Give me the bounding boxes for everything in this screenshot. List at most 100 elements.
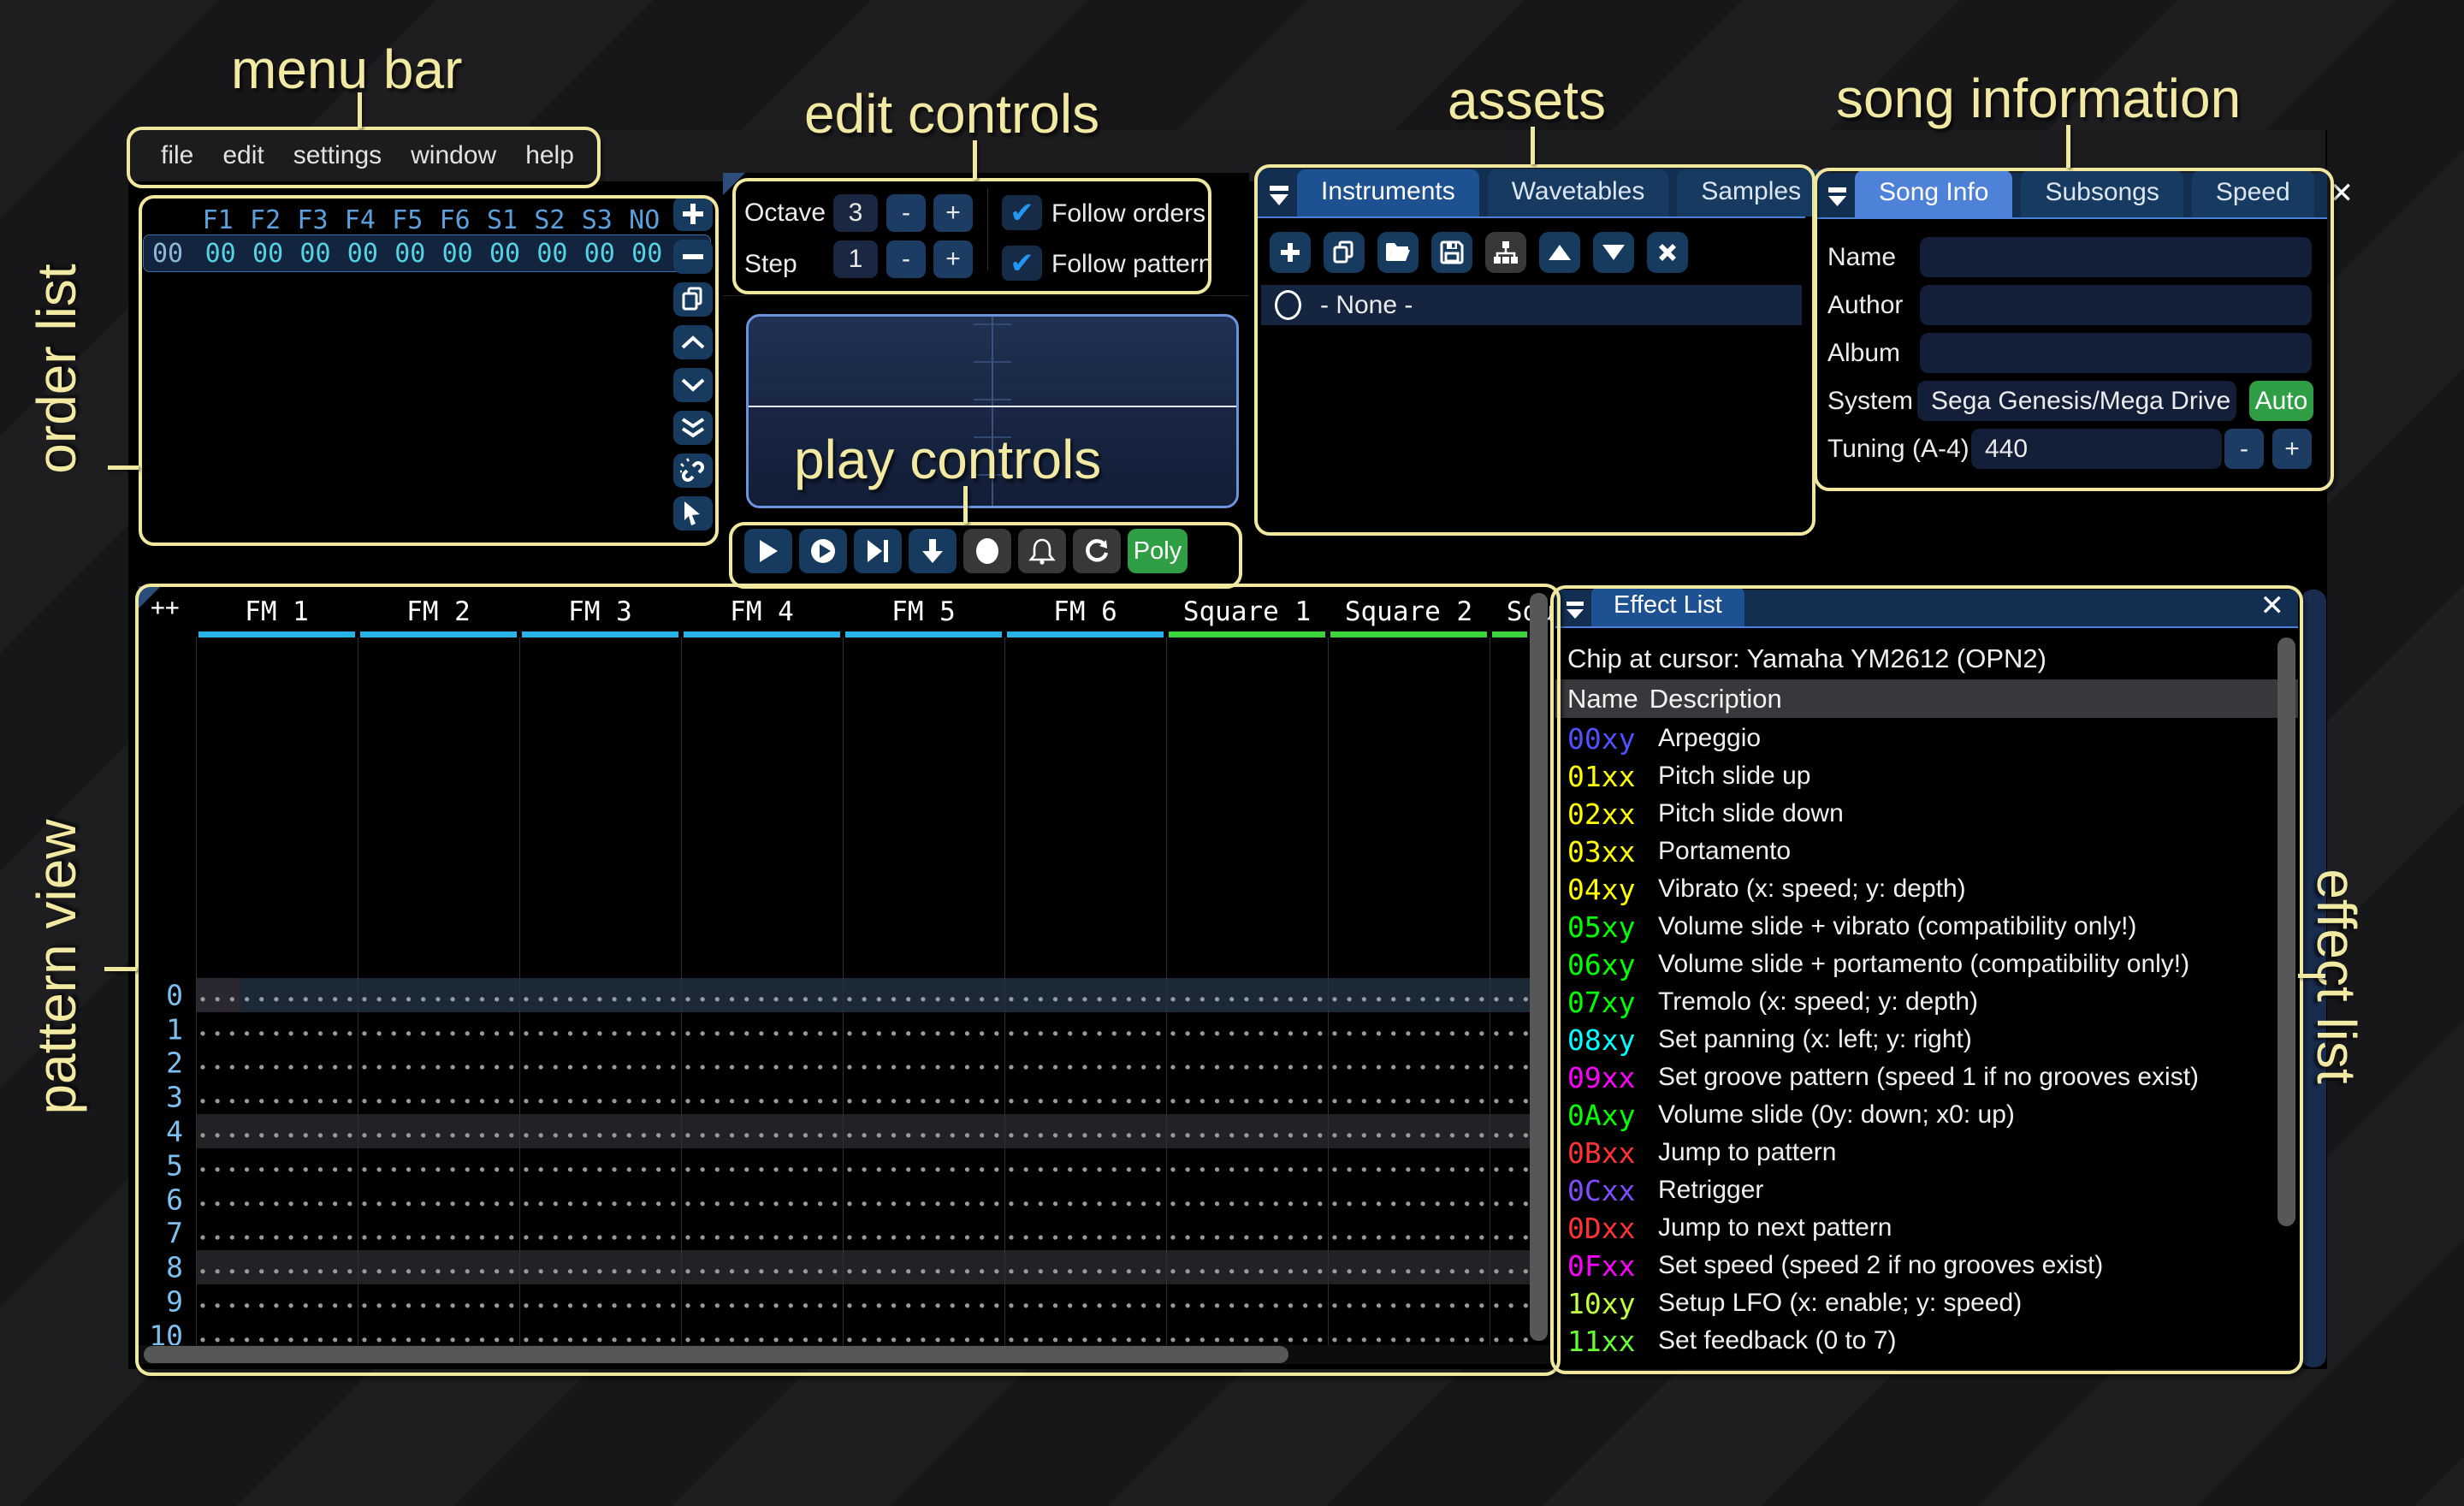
tuning-minus-button[interactable]: - — [2224, 429, 2264, 469]
effect-row[interactable]: 0Cxx Retrigger — [1555, 1171, 2298, 1209]
menu-item-window[interactable]: window — [411, 141, 496, 170]
pattern-cell[interactable] — [1490, 1182, 1530, 1217]
tab-wavetables[interactable]: Wavetables — [1487, 169, 1669, 216]
collapse-icon[interactable] — [1564, 599, 1586, 621]
pattern-cell[interactable] — [519, 1011, 681, 1046]
tab-instruments[interactable]: Instruments — [1297, 169, 1479, 216]
order-duplicate-button[interactable] — [673, 282, 713, 317]
pattern-cell[interactable] — [519, 1148, 681, 1183]
effect-list-scrollbar[interactable] — [2277, 637, 2295, 1226]
pattern-row[interactable]: 5 — [139, 1148, 1551, 1183]
pattern-row[interactable]: 0 — [139, 978, 1551, 1012]
effect-row[interactable]: 04xy Vibrato (x: speed; y: depth) — [1555, 870, 2298, 908]
pattern-cell[interactable] — [196, 978, 358, 1012]
pattern-cell[interactable] — [843, 1011, 1004, 1046]
pattern-cell[interactable] — [519, 1182, 681, 1217]
pattern-cell[interactable] — [358, 1182, 519, 1217]
order-cell[interactable]: 00 — [624, 239, 671, 269]
pattern-cell[interactable] — [1490, 1250, 1530, 1285]
pattern-cell[interactable] — [1166, 1114, 1328, 1148]
pattern-cell[interactable] — [196, 1114, 358, 1148]
pattern-cell[interactable] — [519, 1250, 681, 1285]
delete-asset-button[interactable] — [1647, 232, 1688, 273]
collapse-icon[interactable] — [1266, 182, 1292, 208]
order-move-up-button[interactable] — [673, 325, 713, 359]
pattern-view-panel[interactable]: ++ FM 1 FM 2 FM 3 FM 4 FM 5 FM 6 Square 1 Squar… — [139, 586, 1551, 1369]
pattern-row[interactable]: 7 — [139, 1216, 1551, 1251]
menu-item-help[interactable]: help — [525, 141, 574, 170]
octave-minus-button[interactable]: - — [886, 194, 926, 232]
channel-header-square-2[interactable]: Square 2 — [1328, 596, 1490, 627]
pattern-cell[interactable] — [843, 1216, 1004, 1251]
order-cell[interactable]: 00 — [434, 239, 481, 269]
pattern-cell[interactable] — [1490, 1046, 1530, 1081]
pattern-cell[interactable] — [1490, 1148, 1530, 1183]
pattern-cell[interactable] — [1490, 1216, 1530, 1251]
song-album-input[interactable] — [1920, 333, 2312, 373]
effect-row[interactable]: 0Bxx Jump to pattern — [1555, 1134, 2298, 1171]
order-cursor-button[interactable] — [673, 496, 713, 531]
open-asset-button[interactable] — [1377, 232, 1419, 273]
pattern-cell[interactable] — [519, 1114, 681, 1148]
pattern-cell[interactable] — [1004, 1284, 1166, 1319]
pattern-cell[interactable] — [843, 1182, 1004, 1217]
pattern-cell[interactable] — [519, 1046, 681, 1081]
pattern-cell[interactable] — [196, 1250, 358, 1285]
pattern-horizontal-scrollbar-track[interactable] — [139, 1345, 1551, 1364]
order-cell[interactable]: 00 — [292, 239, 339, 269]
pattern-cell[interactable] — [681, 1182, 843, 1217]
duplicate-asset-button[interactable] — [1324, 232, 1365, 273]
move-asset-down-button[interactable] — [1593, 232, 1634, 273]
menu-item-edit[interactable]: edit — [222, 141, 264, 170]
close-icon[interactable]: ✕ — [2254, 589, 2299, 626]
pattern-cell[interactable] — [1166, 1182, 1328, 1217]
song-author-input[interactable] — [1920, 285, 2312, 325]
pattern-cell[interactable] — [358, 1284, 519, 1319]
order-unlink-button[interactable] — [673, 454, 713, 488]
follow-orders-checkbox[interactable]: ✔ — [1002, 195, 1042, 230]
pattern-cell[interactable] — [843, 1080, 1004, 1115]
channel-header-fm-4[interactable]: FM 4 — [681, 596, 843, 627]
pattern-cell[interactable] — [1328, 1080, 1490, 1115]
tuning-input[interactable]: 440 — [1971, 429, 2222, 469]
pattern-cell[interactable] — [681, 978, 843, 1012]
order-cell[interactable]: 00 — [387, 239, 434, 269]
add-asset-button[interactable] — [1270, 232, 1311, 273]
order-move-down-button[interactable] — [673, 368, 713, 402]
pattern-cell[interactable] — [1004, 1250, 1166, 1285]
pattern-cell[interactable] — [358, 1114, 519, 1148]
pattern-cell[interactable] — [1328, 1250, 1490, 1285]
effect-row[interactable]: 00xy Arpeggio — [1555, 720, 2298, 757]
repeat-button[interactable] — [1073, 529, 1121, 573]
effect-row[interactable]: 02xx Pitch slide down — [1555, 795, 2298, 833]
poly-button[interactable]: Poly — [1128, 529, 1188, 573]
pattern-cell[interactable] — [681, 1148, 843, 1183]
pattern-cell[interactable] — [1328, 1216, 1490, 1251]
pattern-cell[interactable] — [1490, 1114, 1530, 1148]
effect-row[interactable]: 08xy Set panning (x: left; y: right) — [1555, 1021, 2298, 1058]
pattern-cell[interactable] — [681, 1216, 843, 1251]
effect-row[interactable]: 0Fxx Set speed (speed 2 if no grooves exi… — [1555, 1247, 2298, 1284]
pattern-cell[interactable] — [519, 1080, 681, 1115]
pattern-cell[interactable] — [1004, 1080, 1166, 1115]
pattern-cell[interactable] — [1166, 1011, 1328, 1046]
order-cell[interactable]: 00 — [339, 239, 386, 269]
follow-pattern-checkbox[interactable]: ✔ — [1002, 246, 1042, 281]
pattern-cell[interactable] — [1166, 1216, 1328, 1251]
pattern-cell[interactable] — [1328, 1148, 1490, 1183]
effect-row[interactable]: 0Dxx Jump to next pattern — [1555, 1209, 2298, 1247]
pattern-cell[interactable] — [843, 1284, 1004, 1319]
pattern-cell[interactable] — [1328, 1284, 1490, 1319]
pattern-cell[interactable] — [1166, 1284, 1328, 1319]
pattern-cell[interactable] — [1490, 1011, 1530, 1046]
close-icon[interactable]: ✕ — [2323, 176, 2368, 217]
menu-item-file[interactable]: file — [161, 141, 193, 170]
pattern-cell[interactable] — [358, 1080, 519, 1115]
pattern-row[interactable]: 6 — [139, 1182, 1551, 1217]
step-row-button[interactable] — [909, 529, 957, 573]
pattern-cell[interactable] — [1490, 1284, 1530, 1319]
pattern-cell[interactable] — [843, 978, 1004, 1012]
pattern-cell[interactable] — [196, 1148, 358, 1183]
play-from-cursor-button[interactable] — [854, 529, 902, 573]
octave-value[interactable]: 3 — [833, 194, 878, 232]
